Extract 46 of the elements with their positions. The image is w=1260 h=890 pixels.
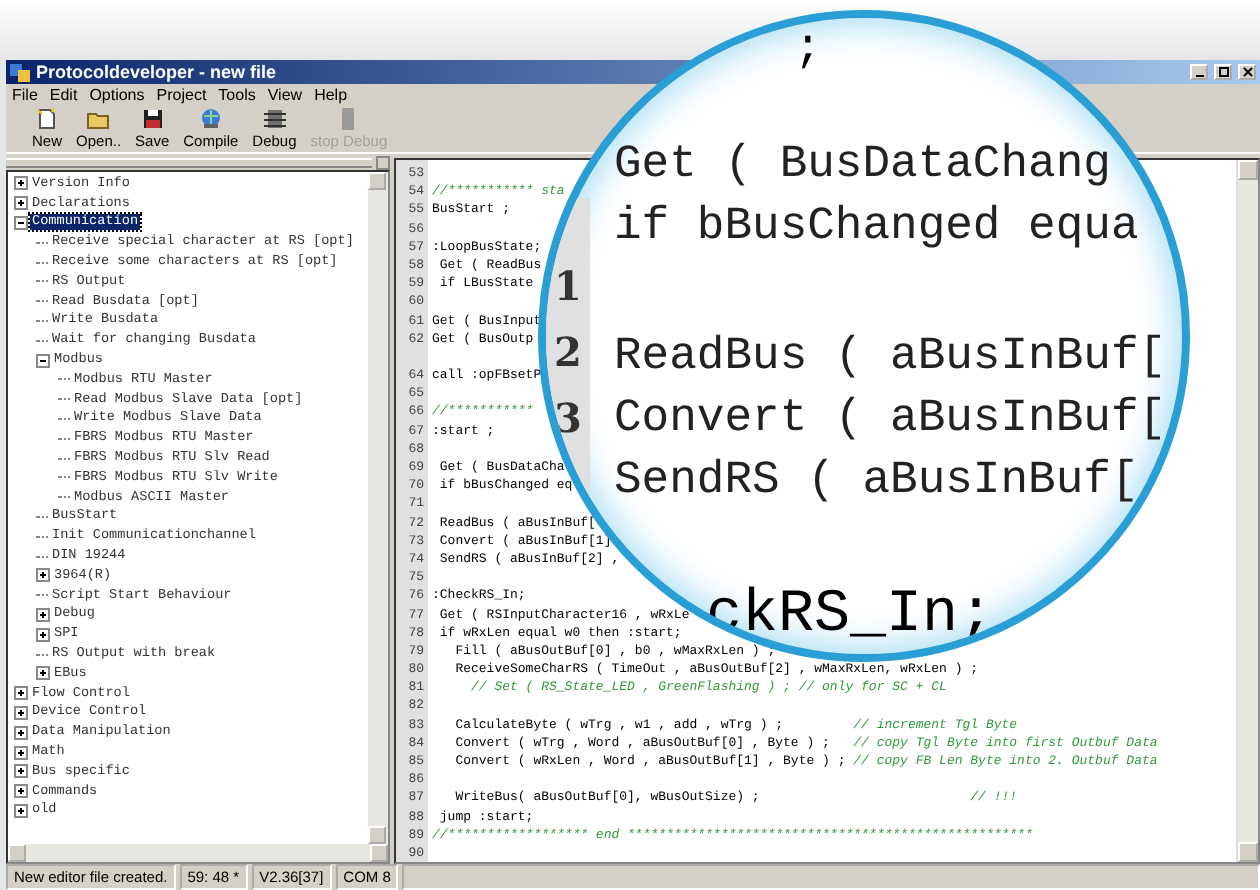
scrollbar[interactable] [368,172,388,844]
bar-icon [342,108,355,130]
magnified-code: SendRS ( aBusInBuf[ [614,454,1139,506]
expand-icon[interactable] [14,686,28,701]
scrollbar[interactable] [1238,160,1258,862]
menu-item[interactable]: File [12,86,38,104]
expand-icon[interactable] [36,568,50,583]
menu-item[interactable]: Tools [218,86,256,104]
chip-icon [263,108,286,130]
expand-icon[interactable] [14,176,28,191]
close-icon [1241,66,1253,78]
expand-icon[interactable] [36,666,50,681]
magnified-line-number: 3 [554,394,582,442]
expand-icon[interactable] [14,784,28,799]
expand-icon[interactable] [14,725,28,740]
window-title: Protocoldeveloper - new file [36,62,277,82]
expand-icon[interactable] [36,627,50,642]
expand-icon[interactable] [36,607,50,622]
magnified-code: if bBusChanged equa [614,200,1139,252]
close-button[interactable] [1238,64,1256,80]
maximize-button[interactable] [1214,64,1232,80]
expand-icon[interactable] [14,196,28,211]
scrollbar[interactable] [8,844,388,862]
expand-icon[interactable] [14,745,28,759]
expand-icon[interactable] [14,764,28,779]
magnified-line-number: 2 [554,328,582,376]
magnified-code: Get ( BusDataChang [614,138,1111,190]
maximize-icon [1217,66,1229,78]
new-file-icon [36,108,58,130]
collapse-icon[interactable] [14,215,28,230]
menu-item[interactable]: Options [89,86,145,104]
magnified-code: Convert ( aBusInBuf[ [614,392,1167,444]
app-icon [10,62,30,82]
magnified-line-number: 1 [554,262,582,310]
menu-item[interactable]: View [267,86,303,104]
menu-item[interactable]: Help [314,86,348,104]
globe-icon [199,108,222,130]
magnified-code: ; [794,22,822,74]
minimize-button[interactable] [1190,64,1208,80]
expand-icon[interactable] [14,803,28,818]
magnified-code: ReadBus ( aBusInBuf[ [614,330,1167,382]
collapse-icon[interactable] [36,353,50,368]
folder-icon [86,108,111,130]
menu-item[interactable]: Project [156,86,207,104]
menu-item[interactable]: Edit [49,86,78,104]
expand-icon[interactable] [14,705,28,720]
